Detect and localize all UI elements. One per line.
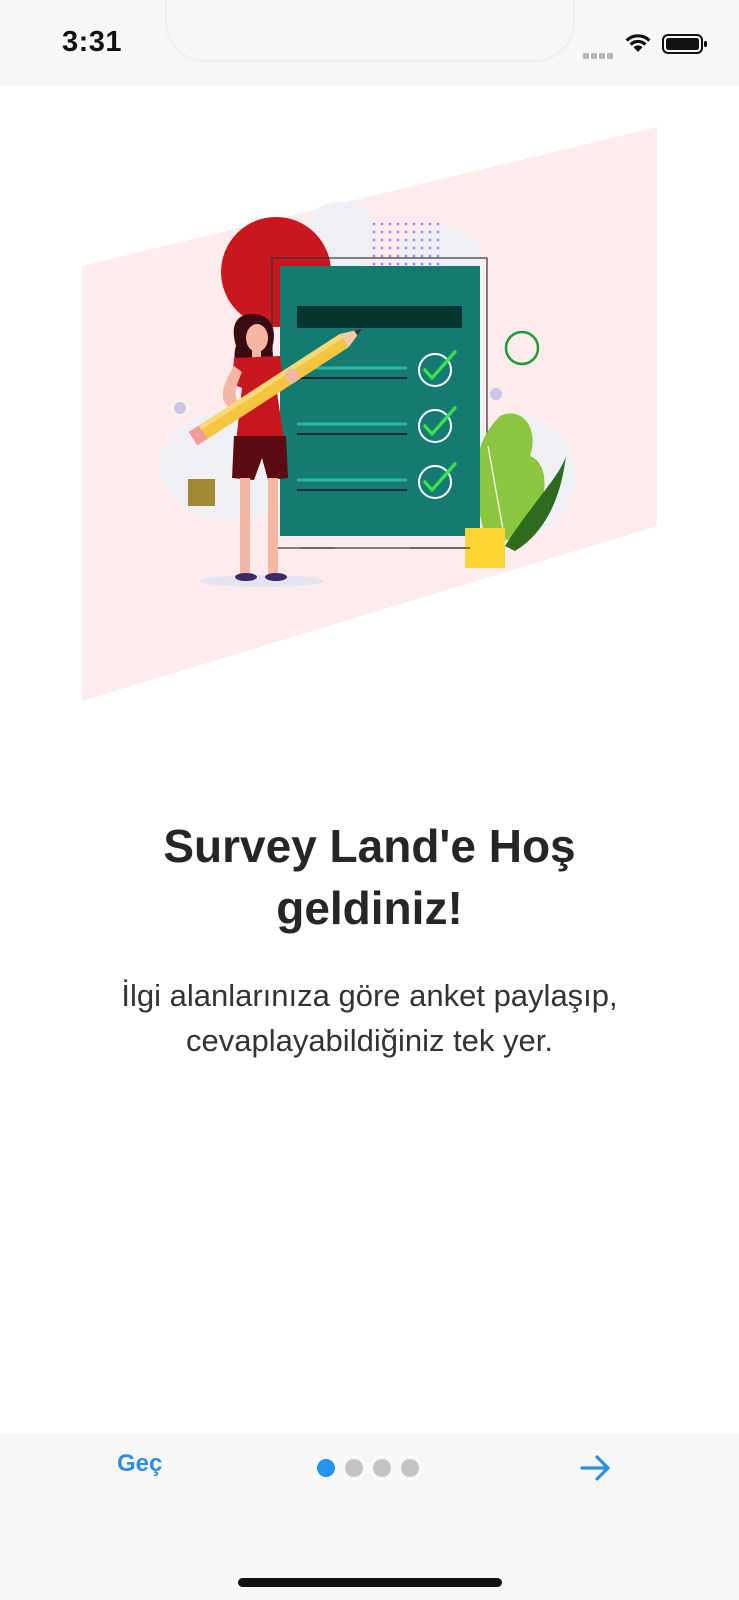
onboarding-title: Survey Land'e Hoş geldiniz! xyxy=(60,815,679,939)
next-button[interactable] xyxy=(578,1450,614,1486)
subtitle-line-1: İlgi alanlarınıza göre anket paylaşıp, xyxy=(121,978,618,1013)
wifi-icon xyxy=(625,34,651,52)
page-dot-3[interactable] xyxy=(373,1459,391,1477)
page-dot-4[interactable] xyxy=(401,1459,419,1477)
skip-button[interactable]: Geç xyxy=(117,1450,162,1478)
status-time: 3:31 xyxy=(62,26,123,58)
arrow-right-icon xyxy=(580,1455,610,1481)
onboarding-subtitle: İlgi alanlarınıza göre anket paylaşıp, c… xyxy=(40,973,699,1063)
home-indicator[interactable] xyxy=(238,1578,502,1587)
title-line-1: Survey Land'e Hoş xyxy=(163,820,576,872)
status-bar: 3:31 xyxy=(0,0,739,86)
page-dot-2[interactable] xyxy=(345,1459,363,1477)
onboarding-footer xyxy=(0,1433,739,1600)
signal-icon xyxy=(583,46,615,64)
title-line-2: geldiniz! xyxy=(276,882,463,934)
battery-icon xyxy=(662,34,707,54)
page-dot-1[interactable] xyxy=(317,1459,335,1477)
device-notch xyxy=(165,0,575,62)
subtitle-line-2: cevaplayabildiğiniz tek yer. xyxy=(185,1023,554,1058)
survey-checklist-illustration xyxy=(82,127,657,701)
